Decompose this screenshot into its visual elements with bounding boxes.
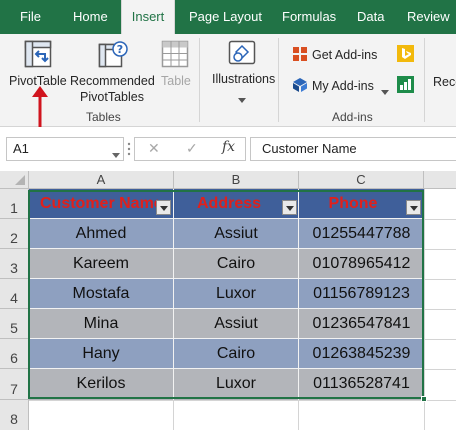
cell-phone[interactable]: 01236547841 xyxy=(299,315,424,333)
tab-insert[interactable]: Insert xyxy=(121,0,175,34)
ribbon-tab-bar: File Home Insert Page Layout Formulas Da… xyxy=(0,0,456,34)
recommended-pivottables-line1[interactable]: Recommended xyxy=(70,73,155,89)
ribbon-separator xyxy=(278,38,279,122)
gridline xyxy=(424,339,456,340)
filter-dropdown-icon[interactable] xyxy=(406,200,421,215)
table-row-divider xyxy=(29,248,424,249)
header-phone[interactable]: Phone xyxy=(299,195,407,213)
cell-customer-name[interactable]: Kerilos xyxy=(29,375,173,393)
table-row-divider xyxy=(29,368,424,369)
gridline xyxy=(298,400,299,430)
my-addins-button[interactable]: My Add-ins xyxy=(312,78,374,94)
formula-input[interactable]: Customer Name xyxy=(250,137,456,161)
cell-address[interactable]: Cairo xyxy=(174,255,298,273)
cell-phone[interactable]: 01255447788 xyxy=(299,225,424,243)
row-header-5[interactable]: 5 xyxy=(0,309,29,339)
chevron-down-icon[interactable] xyxy=(381,83,389,95)
table-button[interactable]: Table xyxy=(161,73,191,89)
column-header-d[interactable] xyxy=(424,171,456,189)
ribbon-separator xyxy=(424,38,425,122)
recommended-pivottables-line2[interactable]: PivotTables xyxy=(70,89,154,105)
tab-formulas[interactable]: Formulas xyxy=(282,0,336,34)
cell-phone[interactable]: 01078965412 xyxy=(299,255,424,273)
column-header-a[interactable]: A xyxy=(29,171,174,189)
cell-customer-name[interactable]: Mostafa xyxy=(29,285,173,303)
get-addins-button[interactable]: Get Add-ins xyxy=(312,47,377,63)
tab-data[interactable]: Data xyxy=(357,0,384,34)
cell-customer-name[interactable]: Hany xyxy=(29,345,173,363)
table-icon[interactable] xyxy=(161,40,189,68)
gridline xyxy=(424,279,456,280)
row-header-8[interactable]: 8 xyxy=(0,400,29,430)
cancel-icon[interactable]: ✕ xyxy=(148,140,160,157)
tab-review[interactable]: Review xyxy=(407,0,450,34)
cell-address[interactable]: Assiut xyxy=(174,225,298,243)
row-header-4[interactable]: 4 xyxy=(0,279,29,309)
gridline xyxy=(173,400,174,430)
cell-phone[interactable]: 01263845239 xyxy=(299,345,424,363)
cell-customer-name[interactable]: Mina xyxy=(29,315,173,333)
select-all-corner[interactable] xyxy=(0,171,29,189)
filter-dropdown-icon[interactable] xyxy=(156,200,171,215)
svg-text:?: ? xyxy=(117,43,123,56)
column-header-c[interactable]: C xyxy=(299,171,424,189)
header-customer-name[interactable]: Customer Name xyxy=(40,195,158,213)
table-row-divider xyxy=(29,278,424,279)
my-addins-icon[interactable] xyxy=(292,77,308,93)
pivot-table-icon[interactable] xyxy=(24,40,52,68)
bing-icon[interactable] xyxy=(397,45,414,62)
filter-dropdown-icon[interactable] xyxy=(282,200,297,215)
gridline xyxy=(424,219,456,220)
tab-file[interactable]: File xyxy=(20,0,41,34)
table-row-divider xyxy=(29,218,424,219)
row-header-3[interactable]: 3 xyxy=(0,249,29,279)
ribbon-separator xyxy=(199,38,200,122)
gridline xyxy=(424,309,456,310)
insert-function-icon[interactable]: fx xyxy=(222,139,235,155)
cell-phone[interactable]: 01156789123 xyxy=(299,285,424,303)
cell-address[interactable]: Cairo xyxy=(174,345,298,363)
gridline xyxy=(29,400,456,401)
red-arrow-annotation xyxy=(30,84,50,132)
row-header-2[interactable]: 2 xyxy=(0,219,29,249)
table-row-divider xyxy=(29,338,424,339)
cell-customer-name[interactable]: Kareem xyxy=(29,255,173,273)
cell-customer-name[interactable]: Ahmed xyxy=(29,225,173,243)
tab-page-layout[interactable]: Page Layout xyxy=(189,0,262,34)
name-box[interactable]: A1 xyxy=(6,137,124,161)
cell-address[interactable]: Luxor xyxy=(174,375,298,393)
tab-home[interactable]: Home xyxy=(73,0,108,34)
column-header-b[interactable]: B xyxy=(174,171,299,189)
recommended-pivot-icon[interactable]: ? xyxy=(98,40,128,68)
chevron-down-icon xyxy=(238,91,246,103)
row-header-6[interactable]: 6 xyxy=(0,339,29,369)
recommended-charts-button[interactable]: Reco xyxy=(433,74,456,90)
table-row-divider xyxy=(29,308,424,309)
cell-address[interactable]: Assiut xyxy=(174,315,298,333)
illustrations-button[interactable]: Illustrations xyxy=(212,71,275,87)
row-header-1[interactable]: 1 xyxy=(0,189,29,219)
resize-dots-icon[interactable] xyxy=(127,141,131,157)
fill-handle[interactable] xyxy=(421,396,427,402)
enter-icon[interactable]: ✓ xyxy=(186,140,198,157)
cell-phone[interactable]: 01136528741 xyxy=(299,375,424,393)
gridline xyxy=(424,249,456,250)
cell-address[interactable]: Luxor xyxy=(174,285,298,303)
gridline xyxy=(424,369,456,370)
tables-group-label: Tables xyxy=(86,110,121,124)
chevron-down-icon[interactable] xyxy=(112,146,120,158)
store-icon[interactable] xyxy=(292,46,308,62)
row-header-7[interactable]: 7 xyxy=(0,369,29,400)
header-address[interactable]: Address xyxy=(174,195,284,213)
people-graph-icon[interactable] xyxy=(397,76,414,93)
illustrations-icon[interactable] xyxy=(228,40,256,66)
addins-group-label: Add-ins xyxy=(332,110,373,124)
